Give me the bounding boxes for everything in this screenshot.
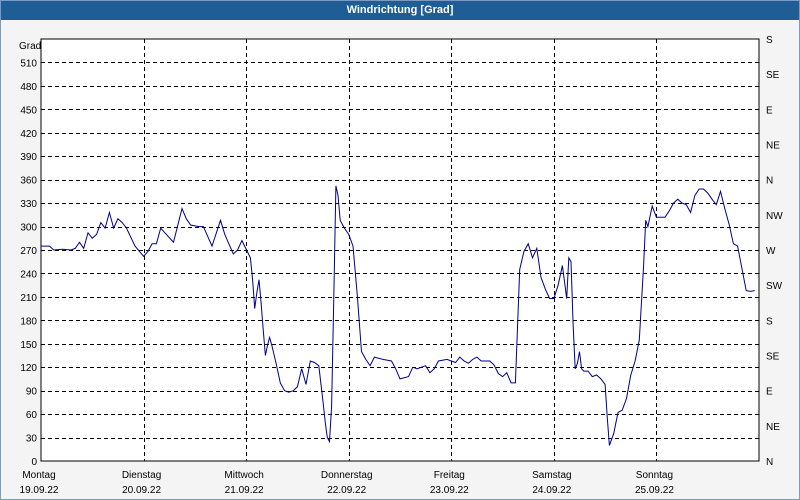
y-tick-label: 210	[20, 293, 37, 304]
y-tick-label: 60	[26, 410, 38, 421]
y-tick-label: 240	[20, 269, 37, 280]
y-tick-label: 0	[31, 457, 37, 468]
x-tick-day: Montag	[22, 470, 55, 481]
x-tick-date: 22.09.22	[327, 485, 366, 496]
x-tick-day: Mittwoch	[224, 470, 263, 481]
y-tick-label: 30	[26, 434, 38, 445]
x-tick-day: Freitag	[434, 470, 465, 481]
y-tick-label: 480	[20, 82, 37, 93]
compass-tick-label: NE	[766, 141, 780, 152]
y-tick-label: 390	[20, 152, 37, 163]
y-tick-label: 420	[20, 129, 37, 140]
chart-window: Windrichtung [Grad] 0 30 60 90 120 150 180 210 2…	[0, 0, 800, 500]
compass-tick-label: SE	[766, 70, 780, 81]
x-tick-day: Donnerstag	[321, 470, 373, 481]
compass-tick-label: N	[766, 457, 773, 468]
y-tick-label: 510	[20, 58, 37, 69]
x-tick-day: Sonntag	[636, 470, 673, 481]
compass-tick-label: W	[766, 246, 776, 257]
compass-tick-label: SW	[766, 281, 783, 292]
compass-tick-label: SE	[766, 352, 780, 363]
y-tick-label: 330	[20, 199, 37, 210]
y-tick-label: 180	[20, 316, 37, 327]
x-tick-date: 19.09.22	[20, 485, 59, 496]
compass-tick-label: N	[766, 176, 773, 187]
y-tick-label: 90	[26, 387, 38, 398]
x-tick-day: Dienstag	[122, 470, 161, 481]
x-tick-date: 24.09.22	[532, 485, 571, 496]
y-tick-label: 120	[20, 363, 37, 374]
x-tick-date: 20.09.22	[122, 485, 161, 496]
y-tick-label: 360	[20, 176, 37, 187]
compass-tick-label: NE	[766, 422, 780, 433]
compass-tick-label: NW	[766, 211, 783, 222]
y-tick-label: 300	[20, 223, 37, 234]
wind-direction-chart: 0 30 60 90 120 150 180 210 240 270 300 330 360 390 420…	[19, 35, 783, 496]
y-tick-label: 450	[20, 105, 37, 116]
x-tick-date: 23.09.22	[430, 485, 469, 496]
x-tick-day: Samstag	[532, 470, 571, 481]
y-tick-label: 150	[20, 340, 37, 351]
compass-tick-label: E	[766, 387, 773, 398]
compass-tick-label: S	[766, 35, 773, 46]
y-tick-label: 270	[20, 246, 37, 257]
compass-tick-label: E	[766, 105, 773, 116]
compass-tick-label: S	[766, 316, 773, 327]
x-tick-date: 25.09.22	[635, 485, 674, 496]
x-tick-date: 21.09.22	[225, 485, 264, 496]
y-axis-label: Grad	[19, 41, 41, 52]
